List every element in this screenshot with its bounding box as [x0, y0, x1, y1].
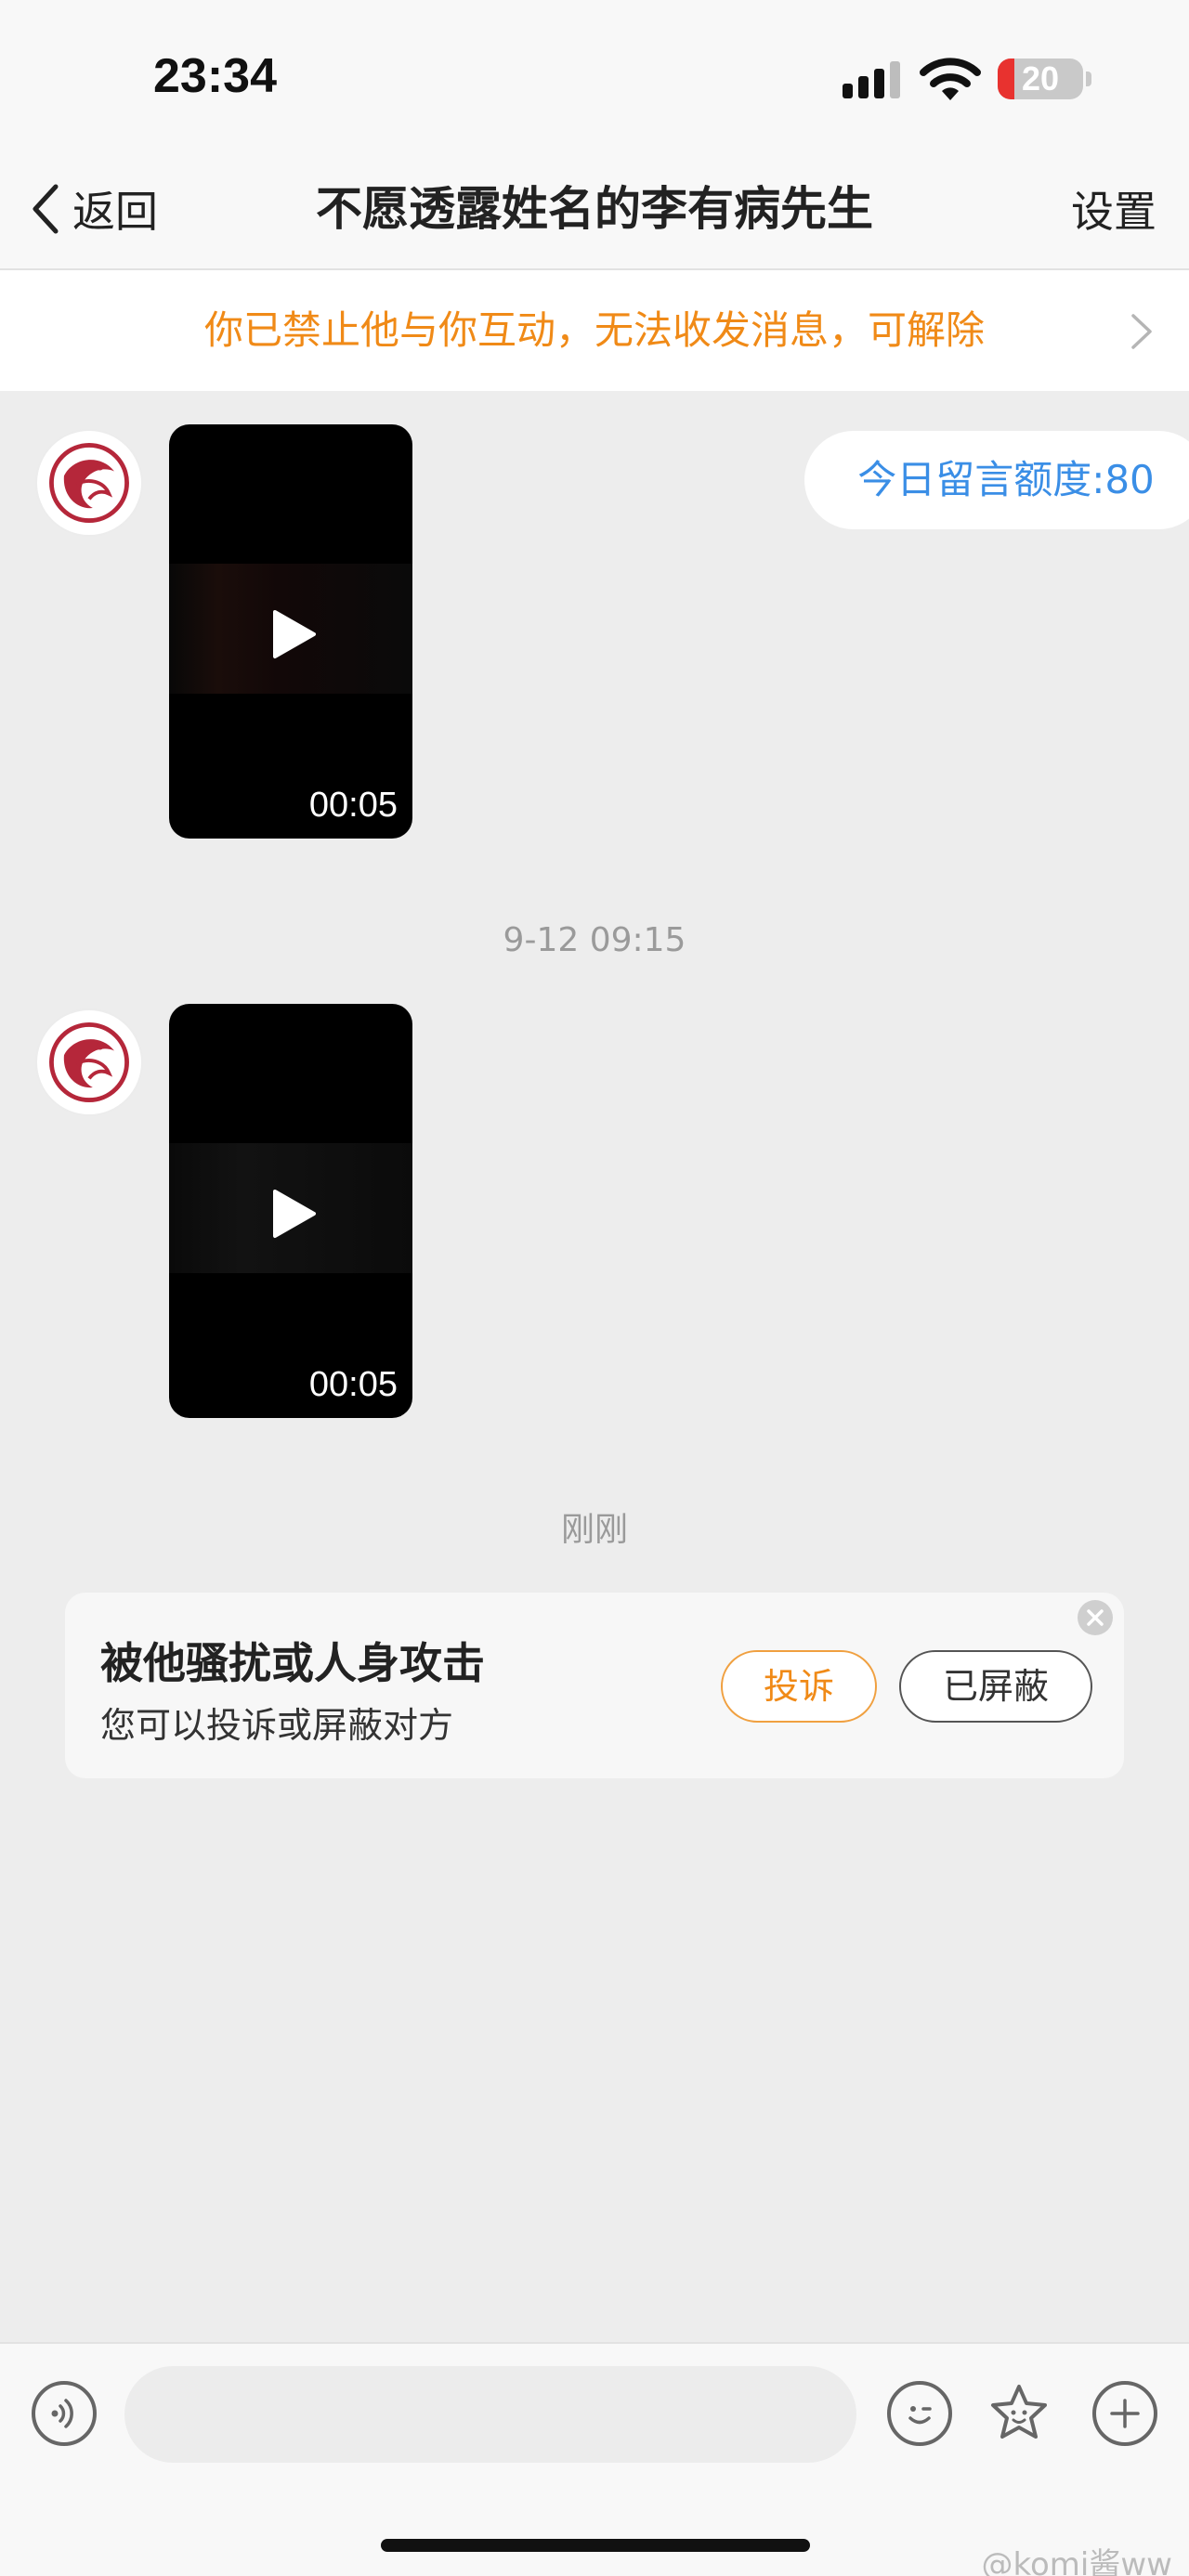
- sticker-icon[interactable]: [986, 2381, 1052, 2446]
- report-button[interactable]: 投诉: [721, 1650, 877, 1723]
- battery-tip: [1086, 72, 1091, 86]
- blocked-button[interactable]: 已屏蔽: [899, 1650, 1092, 1723]
- battery-level: 20: [1021, 59, 1060, 98]
- harassment-card: 被他骚扰或人身攻击 您可以投诉或屏蔽对方 投诉 已屏蔽: [65, 1593, 1124, 1778]
- message-quota-badge: 今日留言额度:80: [804, 431, 1189, 529]
- wifi-icon: [920, 58, 981, 100]
- harassment-card-subtitle: 您可以投诉或屏蔽对方: [100, 1705, 454, 1746]
- back-button[interactable]: 返回: [28, 176, 158, 241]
- video-duration: 00:05: [308, 786, 398, 825]
- play-icon: [273, 610, 316, 658]
- back-label: 返回: [72, 187, 158, 237]
- signal-icon: [843, 61, 900, 98]
- watermark: @komi酱ww: [981, 2546, 1172, 2576]
- message-timestamp: 刚刚: [560, 1511, 628, 1549]
- video-message[interactable]: 00:05: [169, 424, 412, 839]
- chevron-left-icon: [33, 184, 59, 234]
- voice-icon[interactable]: [32, 2381, 97, 2446]
- chevron-right-icon: [1131, 314, 1152, 349]
- page-title: 不愿透露姓名的李有病先生: [316, 182, 873, 236]
- home-indicator: [381, 2539, 810, 2552]
- video-message[interactable]: 00:05: [169, 1004, 412, 1418]
- message-timestamp: 9-12 09:15: [503, 921, 686, 959]
- block-notice-banner[interactable]: 你已禁止他与你互动，无法收发消息，可解除: [0, 270, 1189, 391]
- harassment-card-title: 被他骚扰或人身攻击: [100, 1638, 485, 1688]
- message-input[interactable]: [124, 2366, 856, 2463]
- battery-icon: 20: [998, 59, 1083, 99]
- play-icon: [273, 1190, 316, 1238]
- avatar[interactable]: [35, 429, 143, 537]
- header: 23:34 20 返回 不愿透露姓名的李有病先生 设置: [0, 0, 1189, 269]
- emoji-icon[interactable]: [887, 2381, 952, 2446]
- block-notice-text: 你已禁止他与你互动，无法收发消息，可解除: [203, 307, 985, 353]
- plus-icon[interactable]: [1092, 2381, 1157, 2446]
- avatar[interactable]: [35, 1008, 143, 1116]
- close-icon[interactable]: [1078, 1600, 1113, 1635]
- video-duration: 00:05: [308, 1365, 398, 1404]
- status-time: 23:34: [153, 49, 277, 103]
- settings-button[interactable]: 设置: [1071, 181, 1156, 242]
